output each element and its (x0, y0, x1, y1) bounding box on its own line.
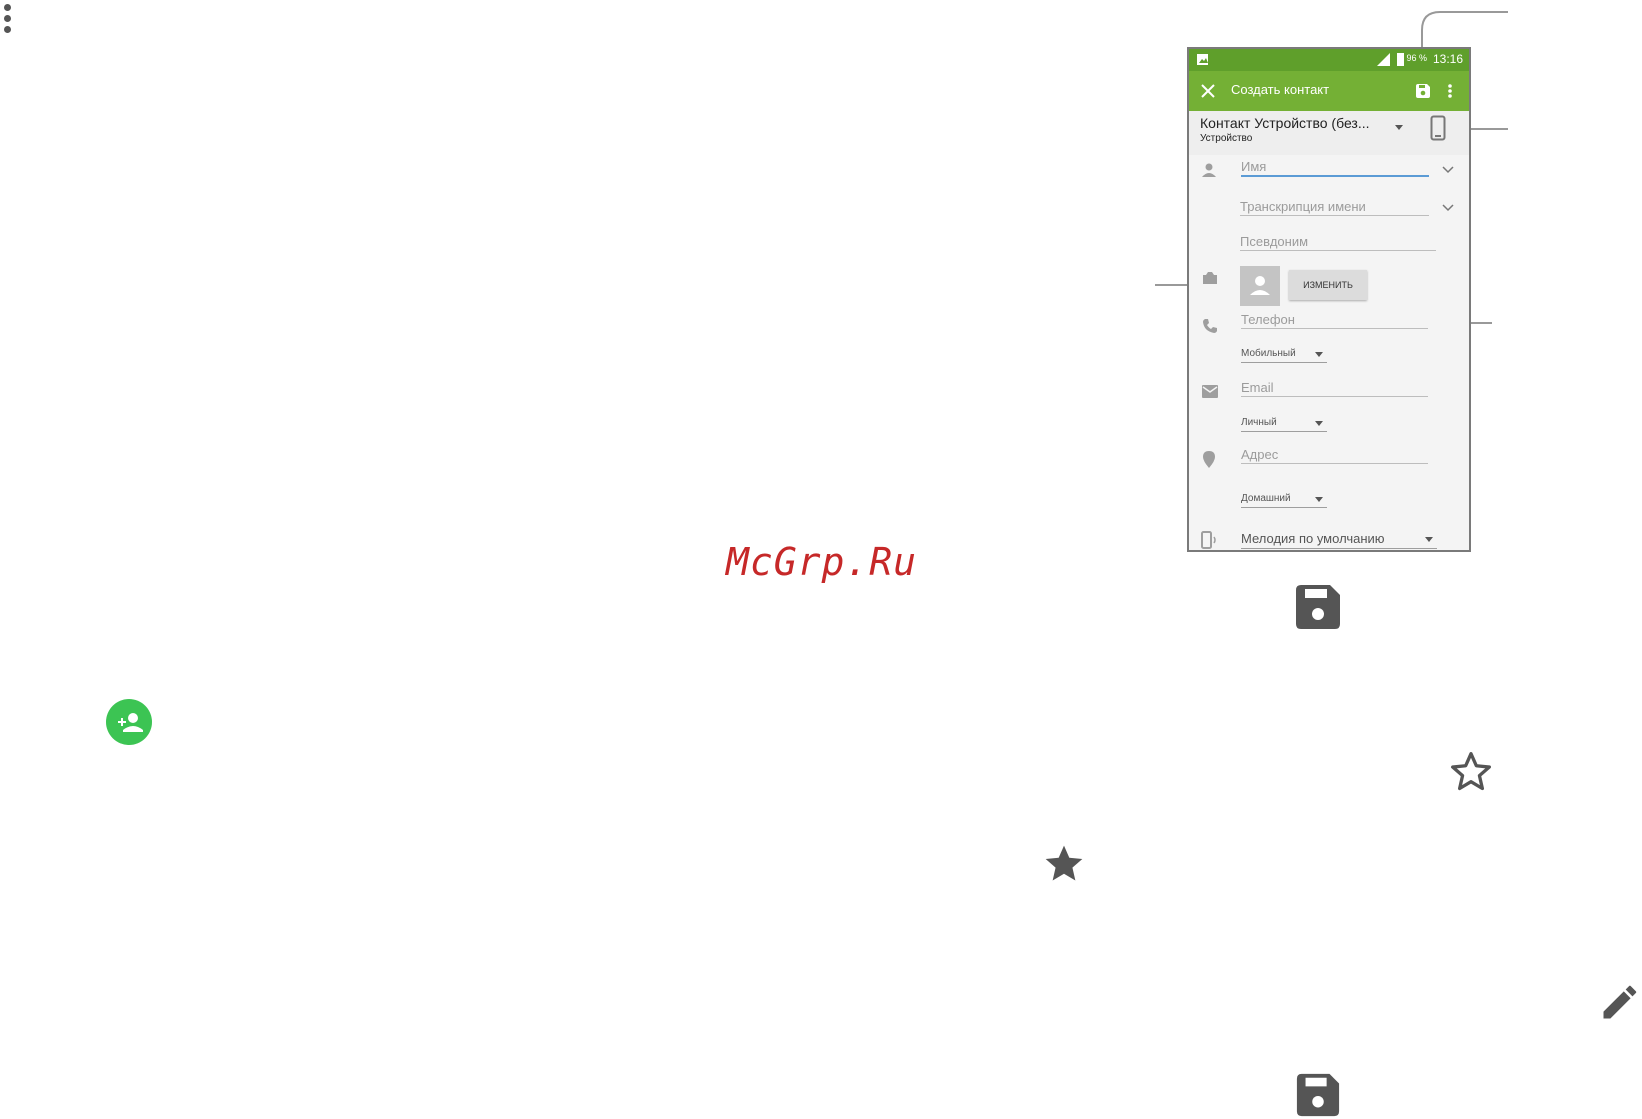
phone-icon (1203, 319, 1217, 333)
nickname-field[interactable]: Псевдоним (1240, 234, 1436, 251)
person-icon (1250, 276, 1270, 295)
image-notification-icon (1197, 54, 1208, 65)
chevron-down-icon[interactable] (1442, 204, 1454, 212)
email-icon (1202, 385, 1218, 398)
location-pin-icon (1203, 451, 1215, 468)
ringtone-value: Мелодия по умолчанию (1241, 531, 1385, 546)
device-icon (1430, 115, 1446, 141)
phone-screenshot: 96 % 13:16 Создать контакт Контакт Устро… (1187, 47, 1471, 552)
save-icon[interactable] (1415, 83, 1431, 99)
edit-icon (1603, 985, 1637, 1019)
app-bar-title: Создать контакт (1231, 82, 1330, 97)
email-type-value: Личный (1241, 417, 1277, 428)
phone-type-value: Мобильный (1241, 348, 1296, 359)
email-type-select[interactable]: Личный (1241, 417, 1327, 432)
save-icon (1296, 1073, 1340, 1117)
email-field[interactable]: Email (1241, 380, 1428, 397)
app-bar: Создать контакт (1189, 71, 1469, 111)
camera-icon (1203, 272, 1217, 284)
address-field[interactable]: Адрес (1241, 447, 1428, 464)
battery-level: 96 % (1406, 53, 1427, 63)
phonetic-name-field[interactable]: Транскрипция имени (1240, 199, 1429, 216)
save-icon (1296, 585, 1340, 629)
clock: 13:16 (1432, 52, 1463, 66)
star-filled-icon (1045, 845, 1083, 881)
ringtone-select[interactable]: Мелодия по умолчанию (1241, 531, 1437, 549)
phone-type-select[interactable]: Мобильный (1241, 348, 1327, 363)
person-icon (1202, 163, 1216, 177)
account-name: Контакт Устройство (без... (1200, 115, 1370, 131)
name-field[interactable]: Имя (1241, 159, 1429, 177)
contact-photo[interactable] (1240, 266, 1280, 306)
close-icon[interactable] (1201, 84, 1215, 98)
chevron-down-icon[interactable] (1442, 166, 1454, 174)
account-selector[interactable]: Контакт Устройство (без... Устройство (1189, 111, 1469, 155)
star-outline-icon (1451, 752, 1491, 791)
more-options-icon[interactable] (1447, 83, 1453, 99)
address-type-value: Домашний (1241, 493, 1291, 504)
address-type-select[interactable]: Домашний (1241, 493, 1327, 508)
status-bar: 96 % 13:16 (1189, 49, 1469, 71)
signal-icon (1377, 53, 1390, 66)
dropdown-arrow-icon (1395, 125, 1403, 130)
change-photo-button[interactable]: ИЗМЕНИТЬ (1289, 270, 1367, 300)
account-type: Устройство (1200, 133, 1253, 144)
phone-field[interactable]: Телефон (1241, 312, 1428, 329)
ringtone-icon (1201, 531, 1216, 549)
battery-icon (1397, 53, 1404, 66)
